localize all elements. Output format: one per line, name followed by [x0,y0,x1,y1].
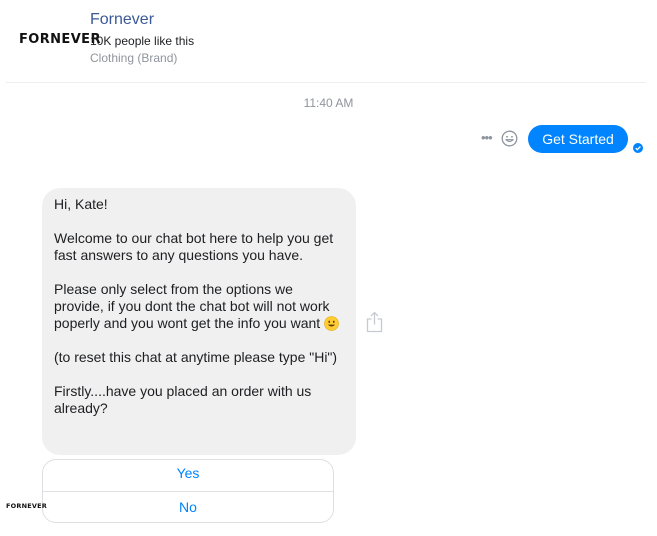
check-circle-icon [633,143,643,153]
bot-message-bubble: Hi, Kate! Welcome to our chat bot here t… [42,188,356,455]
smiley-emoji-icon [324,316,339,331]
page-likes: 10K people like this [90,34,195,48]
bot-message-reset-note: (to reset this chat at anytime please ty… [54,349,338,365]
bot-message-instructions-text: Please only select from the options we p… [54,281,330,331]
brand-logo[interactable]: FORNEVER [19,32,101,47]
bot-message-instructions: Please only select from the options we p… [54,281,344,332]
page-category: Clothing (Brand) [90,51,178,65]
bot-message-greeting: Hi, Kate! [54,196,108,212]
share-icon[interactable] [366,311,383,333]
smile-icon[interactable] [501,130,518,147]
bot-message-welcome: Welcome to our chat bot here to help you… [54,230,334,263]
user-message-bubble: Get Started [528,125,628,153]
page-name-link[interactable]: Fornever [90,11,154,29]
quick-replies: Yes No [42,459,334,523]
more-options-icon[interactable]: ••• [481,131,493,145]
sender-avatar[interactable]: FORNEVER [6,502,47,510]
page-header: FORNEVER Fornever 10K people like this C… [6,0,646,83]
message-timestamp: 11:40 AM [303,96,354,110]
bot-message-question: Firstly....have you placed an order with… [54,383,312,416]
quick-reply-yes-button[interactable]: Yes [43,460,333,491]
quick-reply-no-button[interactable]: No [43,491,333,522]
